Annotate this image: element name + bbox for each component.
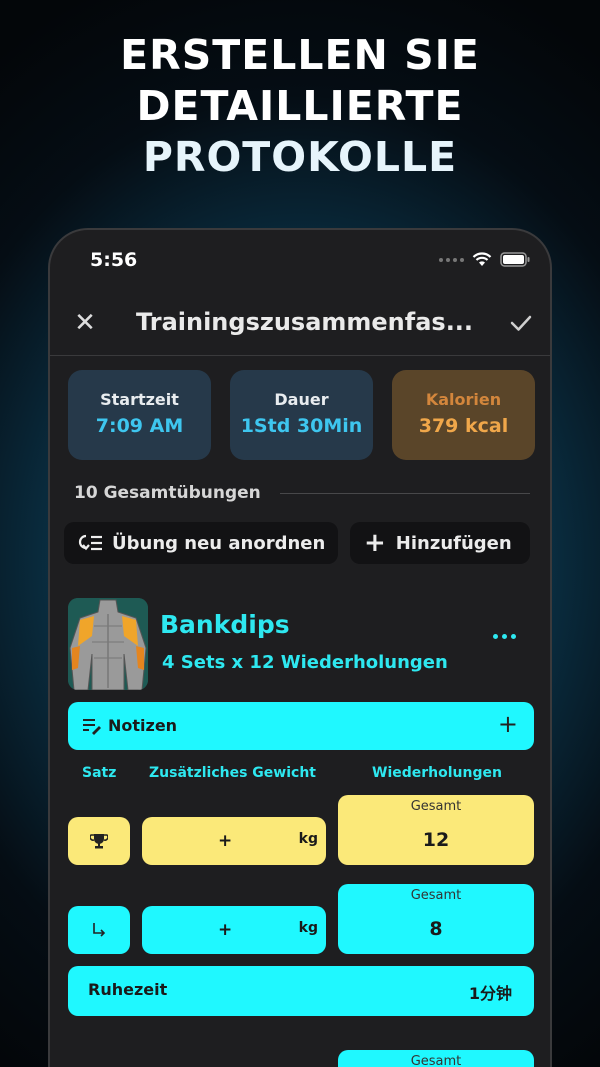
weight-unit: kg: [298, 920, 318, 936]
stat-calories: Kalorien 379 kcal: [392, 370, 535, 460]
reps-value: 12: [422, 829, 450, 851]
stat-label: Dauer: [274, 390, 329, 409]
stat-value: 379 kcal: [418, 415, 509, 437]
add-note-icon[interactable]: +: [498, 710, 518, 738]
plus-icon: +: [364, 528, 386, 558]
notes-bar[interactable]: Notizen +: [68, 702, 534, 750]
set-type-button[interactable]: [68, 817, 130, 865]
reps-input[interactable]: Gesamt 8: [338, 884, 534, 954]
headline: ERSTELLEN SIE DETAILLIERTE PROTOKOLLE: [0, 30, 600, 183]
phone-screen: 5:56 ✕ Trainingszusammenfas... Startzeit…: [48, 228, 552, 1067]
weight-unit: kg: [298, 831, 318, 847]
reps-label: Gesamt: [410, 799, 462, 814]
rest-label: Ruhezeit: [88, 980, 168, 999]
notes-label: Notizen: [108, 716, 178, 735]
weight-placeholder: +: [218, 831, 233, 851]
stat-duration: Dauer 1Std 30Min: [230, 370, 373, 460]
headline-line-3: PROTOKOLLE: [142, 133, 458, 181]
status-time: 5:56: [90, 249, 138, 271]
reorder-label: Übung neu anordnen: [112, 532, 326, 554]
sub-arrow-icon: [93, 923, 106, 937]
close-icon[interactable]: ✕: [70, 308, 100, 338]
trophy-icon: [90, 834, 108, 849]
headline-line-2: DETAILLIERTE: [136, 82, 464, 130]
exercise-sets-summary: 4 Sets x 12 Wiederholungen: [162, 652, 448, 673]
section-title: 10 Gesamtübungen: [74, 483, 261, 503]
section-divider: [280, 493, 530, 494]
reps-label: Gesamt: [410, 1054, 462, 1067]
add-exercise-button[interactable]: + Hinzufügen: [350, 522, 530, 564]
add-label: Hinzufügen: [395, 532, 512, 554]
notes-icon: [83, 719, 101, 735]
headline-line-1: ERSTELLEN SIE: [120, 31, 480, 79]
navigation-bar: ✕ Trainingszusammenfas...: [50, 298, 550, 356]
page-title: Trainingszusammenfas...: [136, 308, 474, 336]
muscle-figure-icon: [68, 598, 148, 690]
reps-input[interactable]: Gesamt: [338, 1050, 534, 1067]
weight-placeholder: +: [218, 920, 233, 940]
exercise-thumbnail: [68, 598, 148, 690]
stat-label: Startzeit: [100, 390, 179, 409]
rest-value: 1分钟: [468, 984, 512, 1003]
reorder-icon: [78, 534, 102, 551]
column-header-reps: Wiederholungen: [372, 765, 502, 781]
wifi-icon: [472, 252, 492, 266]
signal-icon: [439, 257, 464, 262]
reps-value: 8: [429, 918, 443, 940]
column-header-set: Satz: [82, 765, 117, 781]
exercise-name[interactable]: Bankdips: [160, 610, 290, 639]
stat-start-time: Startzeit 7:09 AM: [68, 370, 211, 460]
confirm-check-icon[interactable]: [506, 308, 536, 338]
stat-label: Kalorien: [425, 390, 502, 409]
more-options-icon[interactable]: [493, 634, 516, 639]
set-type-button[interactable]: [68, 906, 130, 954]
weight-input[interactable]: + kg: [142, 817, 326, 865]
stat-value: 7:09 AM: [95, 415, 184, 437]
stat-value: 1Std 30Min: [240, 415, 363, 437]
weight-input[interactable]: + kg: [142, 906, 326, 954]
reorder-exercises-button[interactable]: Übung neu anordnen: [64, 522, 338, 564]
column-header-weight: Zusätzliches Gewicht: [149, 765, 316, 781]
rest-timer-bar[interactable]: Ruhezeit 1分钟: [68, 966, 534, 1016]
reps-input[interactable]: Gesamt 12: [338, 795, 534, 865]
status-icons: [439, 252, 530, 267]
battery-icon: [500, 252, 530, 267]
reps-label: Gesamt: [410, 888, 462, 903]
